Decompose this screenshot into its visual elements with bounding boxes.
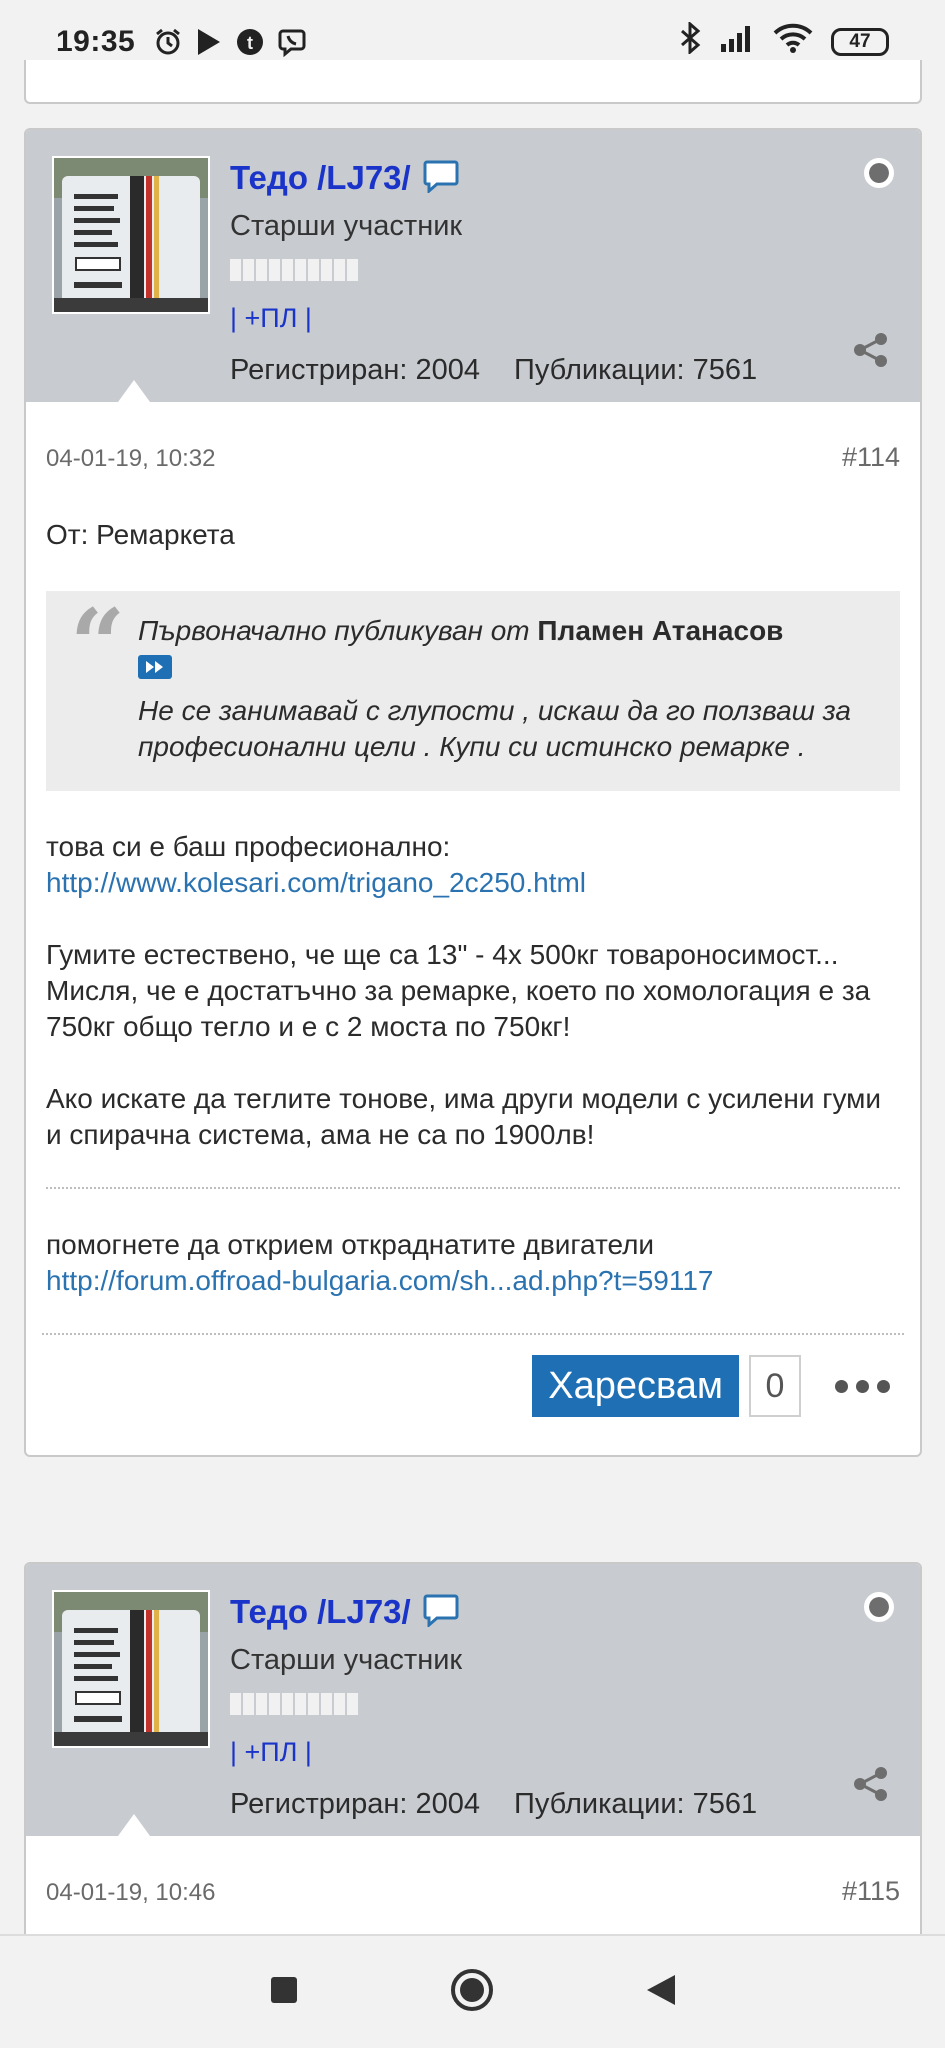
tumblr-icon: t <box>235 27 265 57</box>
view-original-post-button[interactable] <box>138 655 172 679</box>
clock: 19:35 <box>56 25 136 58</box>
share-icon[interactable] <box>852 332 890 373</box>
share-icon[interactable] <box>852 1766 890 1807</box>
body-paragraph: Гумите естествено, че ще са 13" - 4х 500… <box>46 939 871 1042</box>
username-link[interactable]: Тедо /LJ73/ <box>230 159 411 197</box>
registered-year: Регистриран: 2004 <box>230 354 480 386</box>
registered-year: Регистриран: 2004 <box>230 1788 480 1820</box>
bluetooth-icon <box>679 20 701 62</box>
previous-post-card <box>24 60 922 104</box>
like-button[interactable]: Харесвам <box>532 1355 739 1417</box>
like-count: 0 <box>749 1355 801 1417</box>
signature-divider <box>46 1187 900 1189</box>
user-links[interactable]: | +ПЛ | <box>230 1737 757 1768</box>
reputation-bar <box>230 1693 757 1715</box>
signal-icon <box>719 24 755 60</box>
back-button[interactable] <box>645 1973 677 2012</box>
quote-prefix: Първоначално публикуван от <box>138 615 530 646</box>
quote-text: Не се занимавай с глупости , искаш да го… <box>138 695 851 762</box>
svg-text:t: t <box>247 33 253 53</box>
post-number-link[interactable]: #115 <box>842 1876 900 1907</box>
post-date: 04-01-19, 10:32 <box>46 445 216 472</box>
body-paragraph: Ако искате да теглите тонове, има други … <box>46 1083 882 1150</box>
user-links[interactable]: | +ПЛ | <box>230 303 757 334</box>
username-link[interactable]: Тедо /LJ73/ <box>230 1593 411 1631</box>
viber-icon <box>277 27 307 57</box>
message-icon[interactable] <box>423 159 459 198</box>
body-link[interactable]: http://www.kolesari.com/trigano_2c250.ht… <box>46 867 586 898</box>
quote-author: Пламен Атанасов <box>537 615 784 646</box>
home-button[interactable] <box>449 1967 495 2018</box>
post-actions: Харесвам 0 <box>26 1335 920 1455</box>
post-date: 04-01-19, 10:46 <box>46 1879 216 1906</box>
more-options-icon[interactable] <box>811 1355 900 1417</box>
publication-count: Публикации: 7561 <box>513 354 758 386</box>
forum-post: Тедо /LJ73/ Старши участник | +ПЛ | Реги… <box>24 128 922 1457</box>
online-status-icon <box>864 1592 894 1622</box>
post-author-header: Тедо /LJ73/ Старши участник | +ПЛ | Реги… <box>26 130 920 402</box>
post-number-link[interactable]: #114 <box>842 442 900 473</box>
online-status-icon <box>864 158 894 188</box>
publication-count: Публикации: 7561 <box>513 1788 758 1820</box>
body-intro: това си е баш професионално: <box>46 831 451 862</box>
reputation-bar <box>230 259 757 281</box>
wifi-icon <box>773 23 813 61</box>
user-rank: Старши участник <box>230 1644 463 1676</box>
avatar[interactable] <box>52 1590 210 1748</box>
header-pointer <box>118 380 150 402</box>
post-subject: От: Ремаркета <box>46 519 235 550</box>
signature-text: помогнете да открием откраднатите двигат… <box>46 1229 655 1260</box>
avatar[interactable] <box>52 156 210 314</box>
signature-link[interactable]: http://forum.offroad-bulgaria.com/sh...a… <box>46 1265 714 1296</box>
battery-indicator: 47 <box>831 28 889 56</box>
quote-block: “ Първоначално публикуван от Пламен Атан… <box>46 591 900 791</box>
alarm-icon <box>153 27 183 57</box>
system-navigation-bar <box>0 1934 945 2048</box>
message-icon[interactable] <box>423 1593 459 1632</box>
quote-mark-icon: “ <box>70 588 126 701</box>
post-author-header: Тедо /LJ73/ Старши участник | +ПЛ | Реги… <box>26 1564 920 1836</box>
header-pointer <box>118 1814 150 1836</box>
forum-post: Тедо /LJ73/ Старши участник | +ПЛ | Реги… <box>24 1562 922 1982</box>
play-store-icon <box>195 27 223 57</box>
recents-button[interactable] <box>269 1975 299 2010</box>
user-rank: Старши участник <box>230 210 463 242</box>
